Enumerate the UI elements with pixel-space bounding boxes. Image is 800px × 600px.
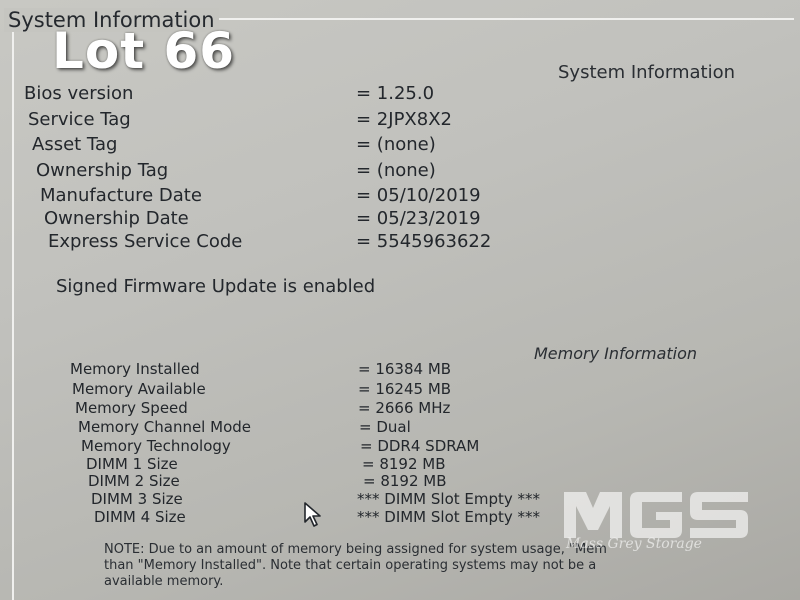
- memory-value: *** DIMM Slot Empty ***: [357, 508, 541, 526]
- info-value: = (none): [356, 134, 436, 155]
- lot-label-overlay: Lot 66: [52, 22, 236, 80]
- memory-value: *** DIMM Slot Empty ***: [357, 490, 541, 508]
- memory-label: Memory Installed: [70, 360, 200, 378]
- info-label: Express Service Code: [48, 231, 243, 252]
- mouse-pointer-icon: [304, 502, 321, 527]
- firmware-update-notice: Signed Firmware Update is enabled: [56, 276, 376, 297]
- memory-value: = 2666 MHz: [358, 399, 451, 417]
- memory-label: DIMM 4 Size: [94, 508, 186, 526]
- memory-value: = 8192 MB: [362, 455, 446, 473]
- info-label: Bios version: [24, 83, 134, 104]
- memory-label: Memory Available: [72, 380, 206, 398]
- memory-note-line: than "Memory Installed". Note that certa…: [104, 558, 597, 573]
- info-label: Ownership Date: [44, 208, 189, 229]
- system-information-heading: System Information: [558, 62, 736, 83]
- memory-value: = 8192 MB: [363, 472, 447, 490]
- memory-value: = DDR4 SDRAM: [360, 437, 480, 455]
- info-label: Asset Tag: [32, 134, 118, 155]
- info-label: Manufacture Date: [40, 185, 202, 206]
- memory-value: = 16384 MB: [358, 360, 452, 378]
- memory-label: Memory Technology: [81, 437, 231, 455]
- memory-value: = 16245 MB: [358, 380, 452, 398]
- info-value: = 1.25.0: [356, 83, 435, 104]
- memory-label: Memory Channel Mode: [78, 418, 251, 436]
- memory-label: DIMM 3 Size: [91, 490, 183, 508]
- memory-information-heading: Memory Information: [534, 344, 698, 363]
- memory-label: DIMM 2 Size: [88, 472, 180, 490]
- memory-note-line: available memory.: [104, 574, 224, 589]
- info-label: Service Tag: [28, 109, 131, 130]
- info-value: = (none): [356, 160, 436, 181]
- info-value: = 2JPX8X2: [356, 109, 452, 130]
- mgs-watermark-tagline: Mass Grey Storage: [566, 536, 702, 552]
- info-value: = 5545963622: [356, 231, 492, 252]
- memory-label: Memory Speed: [75, 399, 188, 417]
- info-value: = 05/23/2019: [356, 208, 481, 229]
- memory-value: = Dual: [359, 418, 411, 436]
- info-value: = 05/10/2019: [356, 185, 481, 206]
- memory-label: DIMM 1 Size: [86, 455, 178, 473]
- info-label: Ownership Tag: [36, 160, 169, 181]
